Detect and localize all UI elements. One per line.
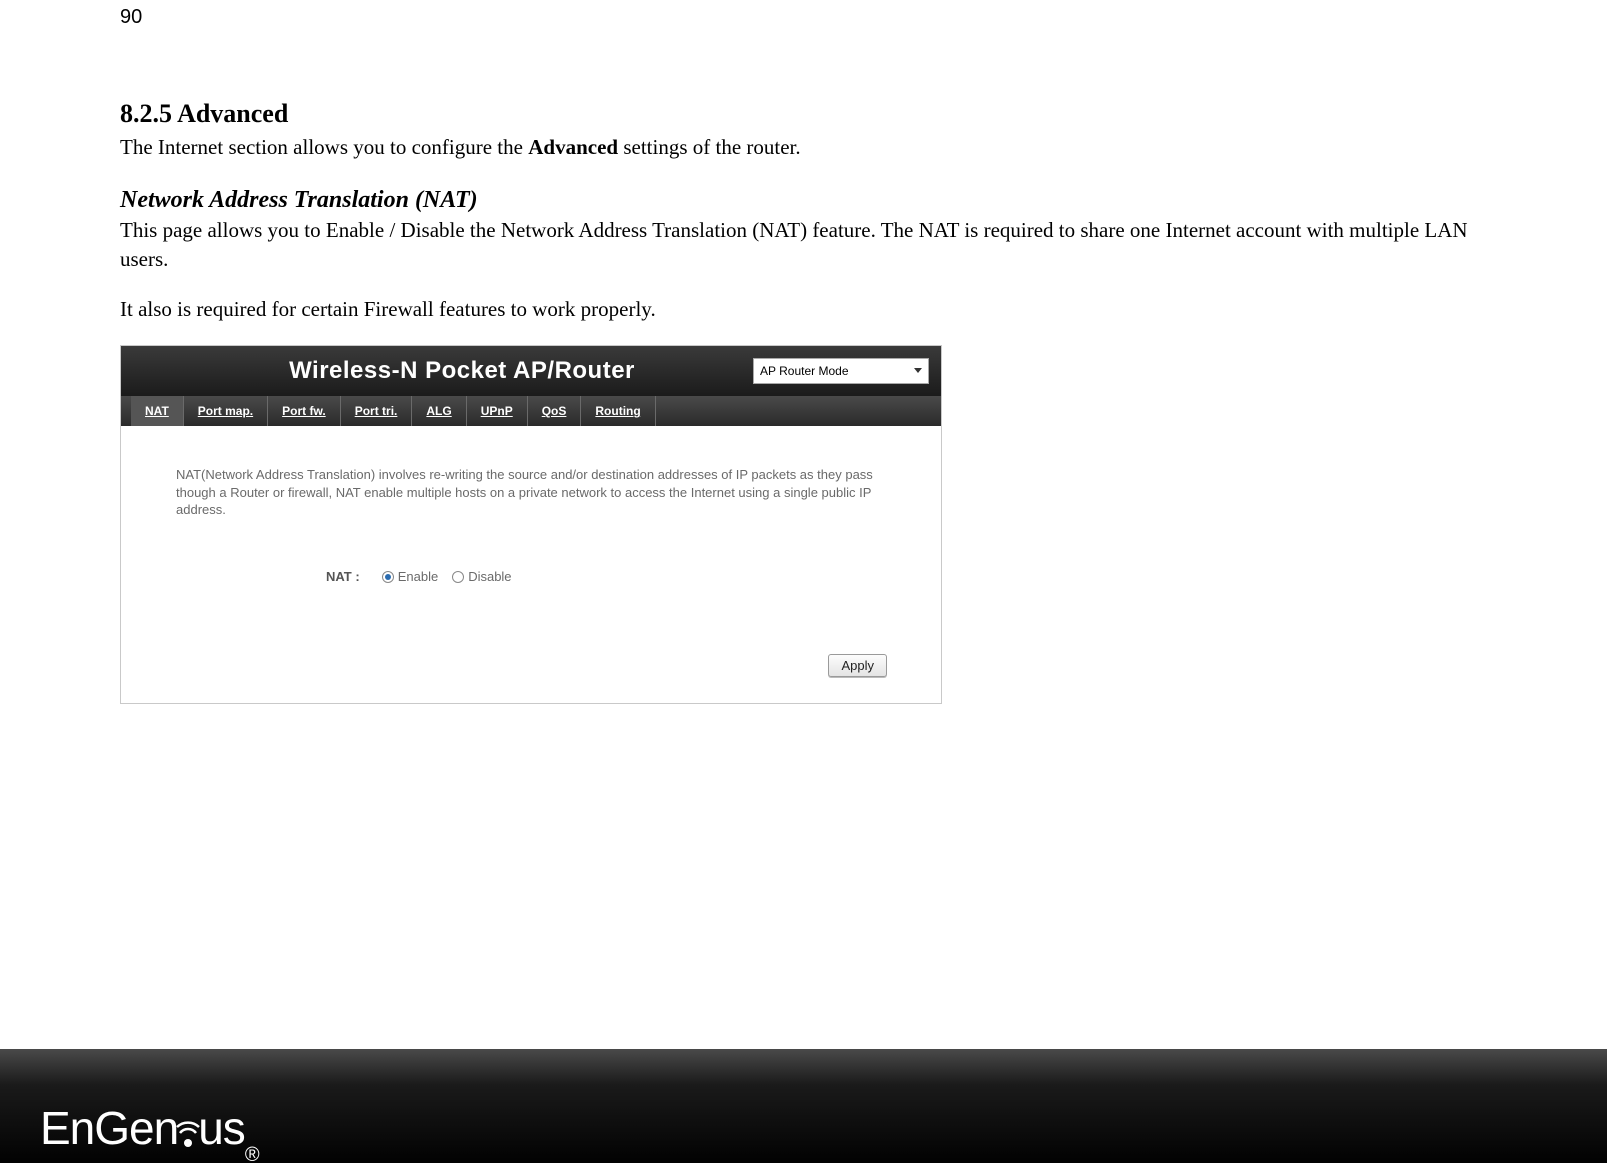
router-screenshot: Wireless-N Pocket AP/Router AP Router Mo…: [120, 345, 942, 704]
tab-port-map[interactable]: Port map.: [184, 396, 268, 426]
intro-post: settings of the router.: [618, 135, 801, 159]
tab-routing[interactable]: Routing: [581, 396, 655, 426]
nat-paragraph: This page allows you to Enable / Disable…: [120, 216, 1487, 273]
tab-nat[interactable]: NAT: [131, 396, 184, 426]
nat-radio-disable[interactable]: Disable: [452, 569, 511, 584]
tab-port-tri[interactable]: Port tri.: [341, 396, 413, 426]
firewall-paragraph: It also is required for certain Firewall…: [120, 295, 1487, 323]
radio-icon: [382, 571, 394, 583]
section-heading: 8.2.5 Advanced: [120, 99, 1487, 129]
router-title: Wireless-N Pocket AP/Router: [171, 357, 753, 385]
nat-radio-enable[interactable]: Enable: [382, 569, 438, 584]
page-number: 90: [120, 6, 1487, 29]
wifi-icon: [176, 1109, 200, 1149]
nat-radio-enable-label: Enable: [398, 569, 438, 584]
router-header: Wireless-N Pocket AP/Router AP Router Mo…: [121, 346, 941, 396]
intro-pre: The Internet section allows you to confi…: [120, 135, 528, 159]
mode-select-value: AP Router Mode: [760, 364, 849, 378]
apply-button[interactable]: Apply: [828, 654, 887, 677]
sub-heading-nat: Network Address Translation (NAT): [120, 187, 1487, 214]
page-footer: EnGen us®: [0, 1049, 1607, 1163]
nat-radio-disable-label: Disable: [468, 569, 511, 584]
tab-alg[interactable]: ALG: [412, 396, 466, 426]
nat-option-row: NAT : Enable Disable: [326, 569, 891, 584]
mode-select[interactable]: AP Router Mode: [753, 358, 929, 384]
radio-icon: [452, 571, 464, 583]
nat-field-label: NAT :: [326, 569, 360, 584]
router-description: NAT(Network Address Translation) involve…: [176, 466, 891, 519]
tab-upnp[interactable]: UPnP: [467, 396, 528, 426]
tab-qos[interactable]: QoS: [528, 396, 582, 426]
intro-bold: Advanced: [528, 135, 618, 159]
engenius-logo: EnGen us®: [40, 1101, 259, 1155]
router-tabs: NAT Port map. Port fw. Port tri. ALG UPn…: [121, 396, 941, 426]
tab-port-fw[interactable]: Port fw.: [268, 396, 341, 426]
intro-paragraph: The Internet section allows you to confi…: [120, 133, 1487, 161]
router-body: NAT(Network Address Translation) involve…: [121, 426, 941, 703]
